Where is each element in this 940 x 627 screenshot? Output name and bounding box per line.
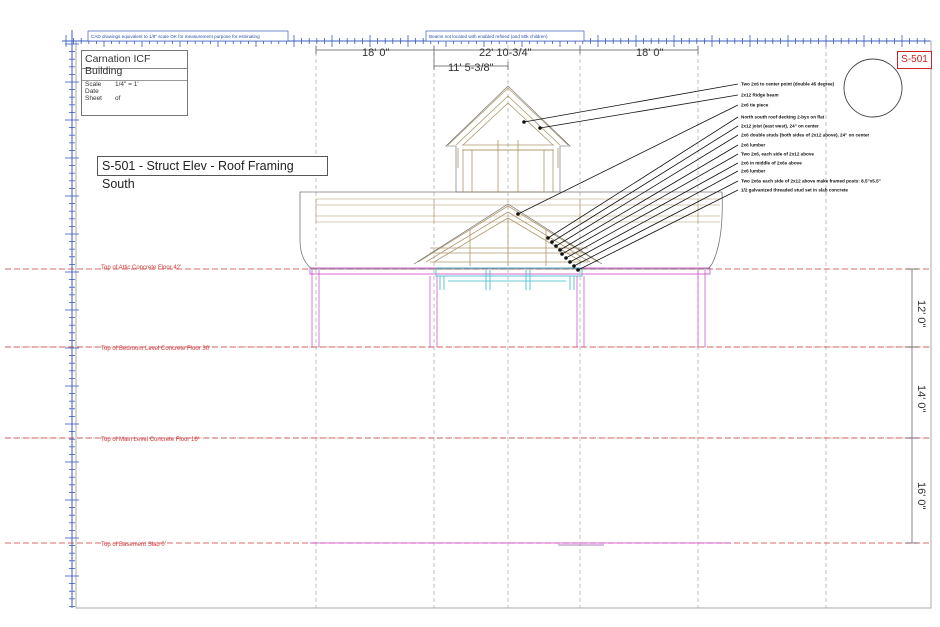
annotation-text: 2x6 lumber	[741, 143, 765, 148]
annotation-text: Two 2x6s each side of 2x12 above make fr…	[741, 179, 881, 184]
ruler-note-1: CAD drawings equivalent to 1/8" scale OK…	[91, 34, 260, 39]
level-lines	[5, 268, 931, 544]
level-main-label: Top of Main Level Concrete Floor 16'	[101, 437, 199, 443]
leader-line	[569, 170, 739, 263]
scale-row: Scale 1/4" = 1'	[82, 81, 187, 88]
leader-arrowhead	[538, 126, 542, 130]
leader-arrowhead	[572, 264, 576, 268]
leader-line	[517, 104, 739, 215]
north-arrow-circle	[843, 58, 903, 118]
annotation-text: 1/2 galvanized threaded stud set in slab…	[741, 188, 848, 193]
annotation-text: Two 2x6 to center point (double 45 degre…	[741, 82, 835, 87]
dim-18ft-left: 18' 0"	[362, 47, 390, 59]
level-attic-label: Top of Attic Concrete Floor 42'	[101, 265, 181, 271]
leader-arrowhead	[560, 252, 564, 256]
columns	[310, 270, 730, 546]
annotation-text: 2x6 in middle of 2x6s above	[741, 161, 802, 166]
leader-arrowhead	[554, 244, 558, 248]
level-bedroom-label: Top of Bedroom Level Concrete Floor 30'	[101, 346, 210, 352]
ruler-note-2: Beams not located with enabled refined (…	[429, 34, 548, 39]
dim-18ft-right: 18' 0"	[636, 47, 664, 59]
scale-value: 1/4" = 1'	[115, 81, 139, 88]
grid-verticals	[315, 45, 827, 608]
leader-arrowhead	[576, 268, 580, 272]
scale-label: Scale	[85, 81, 102, 88]
annotation-texts: Two 2x6 to center point (double 45 degre…	[741, 82, 881, 193]
annotation-text: 2x12 Ridge beam	[741, 93, 779, 98]
leader-arrowhead	[558, 248, 562, 252]
annotation-text: North south roof decking 2-byx on flat	[741, 115, 825, 120]
leader-arrowhead	[516, 212, 520, 216]
dim-12ft: 12' 0"	[915, 300, 927, 328]
sheet-id-badge: S-501	[897, 51, 932, 69]
annotation-text: 2x12 joist (east west), 24" on center	[741, 124, 819, 129]
annotation-text: 2x6 lumber	[741, 169, 765, 174]
leader-arrowhead	[522, 120, 526, 124]
leader-line	[547, 116, 739, 239]
leader-arrowhead	[550, 240, 554, 244]
grid-horizontals	[5, 346, 931, 439]
sheet-row: Sheet of	[82, 95, 187, 102]
view-title: S-501 - Struct Elev - Roof Framing South	[97, 156, 328, 191]
title-block: Carnation ICF Building Scale 1/4" = 1' Da…	[81, 50, 188, 116]
leader-arrowhead	[546, 236, 550, 240]
cyan-beams	[435, 267, 583, 290]
leader-line	[539, 94, 739, 129]
building-name: Carnation ICF Building	[82, 51, 187, 77]
annotation-text: 2x6 tie piece	[741, 103, 769, 108]
leader-line	[561, 153, 739, 255]
annotation-text: 2x6 double studs (both sides of 2x12 abo…	[741, 133, 869, 138]
roof-eave-outline	[299, 191, 723, 270]
leader-line	[577, 189, 739, 271]
annotation-text: Two 2x6, each side of 2x12 above	[741, 152, 814, 157]
sheet-label: Sheet	[85, 95, 102, 102]
leader-line	[555, 134, 739, 247]
leader-arrowhead	[564, 256, 568, 260]
dim-16ft: 16' 0"	[915, 482, 927, 510]
sheet-value: of	[115, 95, 121, 102]
dim-14ft: 14' 0"	[915, 385, 927, 413]
date-label: Date	[85, 88, 99, 95]
leader-arrowhead	[568, 260, 572, 264]
level-basement-label: Top of Basement Slab 0'	[101, 542, 166, 548]
dim-22ft: 22' 10-3/4"	[479, 47, 532, 59]
leader-line	[523, 83, 739, 123]
date-row: Date	[82, 88, 187, 95]
dim-11ft: 11' 5-3/8"	[448, 62, 494, 74]
